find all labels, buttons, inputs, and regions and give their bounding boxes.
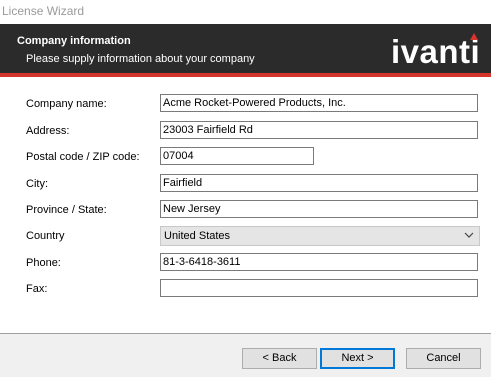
postal-code-field[interactable]: 07004 — [160, 147, 314, 165]
country-select[interactable]: United States — [160, 226, 480, 246]
logo-accent-icon — [470, 33, 478, 40]
phone-field[interactable]: 81-3-6418-3611 — [160, 253, 478, 271]
cancel-button[interactable]: Cancel — [406, 348, 481, 369]
country-row: Country United States — [0, 226, 491, 248]
fax-label: Fax: — [26, 283, 48, 295]
city-field[interactable]: Fairfield — [160, 174, 478, 192]
chevron-down-icon — [464, 232, 474, 238]
phone-label: Phone: — [26, 257, 61, 269]
province-label: Province / State: — [26, 204, 107, 216]
province-field[interactable]: New Jersey — [160, 200, 478, 218]
form-area: Company name: Acme Rocket-Powered Produc… — [0, 77, 491, 333]
window-title: License Wizard — [2, 4, 85, 18]
address-row: Address: 23003 Fairfield Rd — [0, 121, 491, 143]
country-label: Country — [26, 230, 65, 242]
province-row: Province / State: New Jersey — [0, 200, 491, 222]
company-name-row: Company name: Acme Rocket-Powered Produc… — [0, 94, 491, 116]
header-title: Company information — [17, 35, 131, 47]
company-name-label: Company name: — [26, 98, 107, 110]
back-button[interactable]: < Back — [242, 348, 317, 369]
city-row: City: Fairfield — [0, 174, 491, 196]
fax-field[interactable] — [160, 279, 478, 297]
header-subtitle: Please supply information about your com… — [26, 53, 255, 65]
country-select-value: United States — [164, 230, 231, 242]
postal-code-label: Postal code / ZIP code: — [26, 151, 140, 163]
fax-row: Fax: — [0, 279, 491, 301]
next-button[interactable]: Next > — [320, 348, 395, 369]
address-field[interactable]: 23003 Fairfield Rd — [160, 121, 478, 139]
ivanti-logo: ivanti — [391, 33, 481, 70]
wizard-footer: < Back Next > Cancel — [0, 334, 491, 377]
postal-code-row: Postal code / ZIP code: 07004 — [0, 147, 491, 169]
address-label: Address: — [26, 125, 70, 137]
city-label: City: — [26, 178, 48, 190]
title-bar: License Wizard — [0, 0, 491, 24]
phone-row: Phone: 81-3-6418-3611 — [0, 253, 491, 275]
company-name-field[interactable]: Acme Rocket-Powered Products, Inc. — [160, 94, 478, 112]
